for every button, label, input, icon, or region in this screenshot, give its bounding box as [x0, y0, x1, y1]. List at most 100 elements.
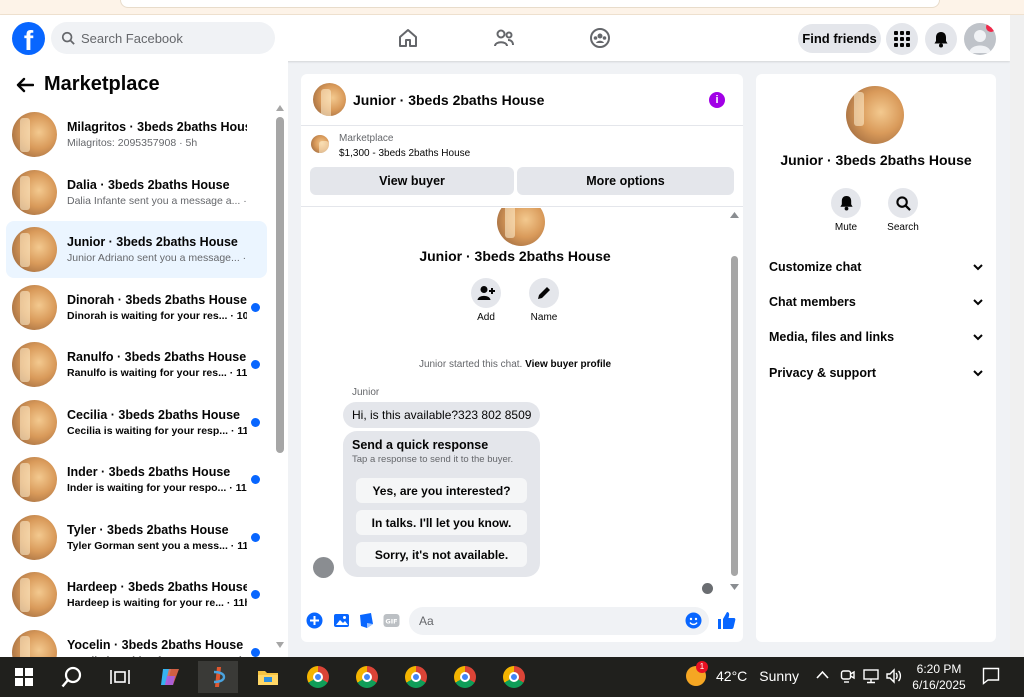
view-buyer-button[interactable]: View buyer	[310, 167, 514, 195]
details-name: Junior · 3beds 2baths House	[780, 152, 972, 168]
conversation-title: Dalia · 3beds 2baths House	[67, 177, 230, 192]
conversation-item[interactable]: Tyler · 3beds 2baths House Tyler Gorman s…	[6, 509, 267, 566]
groups-icon[interactable]	[588, 26, 612, 50]
conversation-text: Dinorah · 3beds 2baths House Dinorah is w…	[67, 293, 247, 322]
search-placeholder: Search Facebook	[81, 30, 183, 46]
svg-text:GIF: GIF	[385, 618, 397, 626]
sender-avatar[interactable]	[313, 557, 334, 578]
conversation-text: Yocelin · 3beds 2baths HouseYocelin is w…	[67, 638, 247, 658]
thumbs-up-icon[interactable]	[717, 611, 736, 630]
scrollbar-thumb[interactable]	[731, 256, 738, 576]
file-explorer-button[interactable]	[248, 661, 288, 693]
listing-thumbnail[interactable]	[311, 135, 329, 153]
scroll-down-icon[interactable]	[730, 584, 739, 590]
conversation-title: Junior · 3beds 2baths House	[67, 235, 238, 249]
edit-name-button[interactable]	[529, 278, 559, 308]
chat-members-section[interactable]: Chat members	[769, 295, 983, 309]
conversation-title: Yocelin · 3beds 2baths House	[67, 637, 244, 652]
message-input[interactable]: Aa	[409, 607, 709, 635]
chat-title[interactable]: Junior · 3beds 2baths House	[353, 92, 544, 108]
conversation-item[interactable]: Milagritos · 3beds 2baths House Milagrito…	[6, 106, 267, 163]
view-buyer-profile-link[interactable]: View buyer profile	[525, 359, 611, 370]
conversation-item[interactable]: Inder · 3beds 2baths House Inder is waiti…	[6, 451, 267, 508]
quick-response-option[interactable]: Sorry, it's not available.	[356, 542, 527, 567]
browser-address-pill[interactable]	[120, 0, 940, 8]
back-arrow-icon[interactable]	[16, 77, 34, 93]
task-view-button[interactable]	[100, 661, 140, 693]
chrome-profile-2[interactable]	[347, 661, 387, 693]
chrome-profile-5[interactable]	[494, 661, 534, 693]
conversation-item[interactable]: Dinorah · 3beds 2baths House Dinorah is w…	[6, 279, 267, 336]
friends-icon[interactable]	[492, 26, 516, 50]
chat-avatar[interactable]	[313, 83, 346, 116]
taskbar-search-button[interactable]	[52, 661, 92, 693]
chrome-profile-3[interactable]	[396, 661, 436, 693]
plus-circle-icon[interactable]	[306, 612, 323, 629]
mute-label: Mute	[834, 222, 858, 233]
conversation-item[interactable]: Hardeep · 3beds 2baths House Hardeep is w…	[6, 566, 267, 623]
top-navbar: f Search Facebook Find friends	[0, 15, 1010, 61]
home-icon[interactable]	[396, 26, 420, 50]
add-person-button[interactable]	[471, 278, 501, 308]
gif-icon[interactable]: GIF	[383, 612, 400, 629]
conversation-item[interactable]: Dalia · 3beds 2baths House Dalia Infante …	[6, 164, 267, 221]
page-scrollbar[interactable]	[1010, 15, 1024, 657]
facebook-logo-icon[interactable]: f	[12, 22, 45, 55]
privacy-support-section[interactable]: Privacy & support	[769, 366, 983, 380]
quick-response-option[interactable]: In talks. I'll let you know.	[356, 510, 527, 535]
more-options-button[interactable]: More options	[517, 167, 734, 195]
conversation-avatar	[12, 227, 57, 272]
conversation-text: Dalia · 3beds 2baths House Dalia Infante …	[67, 178, 247, 207]
conversation-item[interactable]: Junior · 3beds 2baths House Junior Adrian…	[6, 221, 267, 278]
quick-response-option[interactable]: Yes, are you interested?	[356, 478, 527, 503]
taskbar-app-active[interactable]	[198, 661, 238, 693]
copilot-button[interactable]	[150, 661, 190, 693]
conversation-preview: Ranulfo is waiting for your res... · 11h	[67, 367, 247, 379]
section-label: Privacy & support	[769, 366, 876, 380]
media-files-links-section[interactable]: Media, files and links	[769, 330, 983, 344]
conversation-preview: Cecilia is waiting for your resp... · 11…	[67, 424, 247, 437]
sidebar-scrollbar[interactable]	[274, 101, 286, 657]
scrollbar-thumb[interactable]	[276, 117, 284, 453]
chat-started-notice: Junior started this chat. View buyer pro…	[301, 359, 729, 370]
quick-response-card: Send a quick response Tap a response to …	[343, 431, 540, 577]
start-button[interactable]	[4, 661, 44, 693]
sticker-icon[interactable]	[358, 612, 375, 629]
chevron-up-icon[interactable]	[816, 670, 829, 679]
chrome-icon	[307, 666, 329, 688]
unread-dot	[251, 590, 260, 599]
message-bubble[interactable]: Hi, is this available?323 802 8509	[343, 402, 541, 428]
listing-title[interactable]: $1,300 - 3beds 2baths House	[339, 148, 470, 159]
mute-button[interactable]	[831, 188, 861, 218]
chat-scrollbar[interactable]	[729, 208, 741, 598]
conversation-avatar	[12, 399, 57, 445]
conversation-item[interactable]: Cecilia · 3beds 2baths House Cecilia is w…	[6, 394, 267, 451]
account-avatar[interactable]	[964, 23, 996, 55]
conversation-avatar	[12, 572, 57, 617]
notification-center-icon[interactable]	[982, 667, 1000, 685]
notifications-button[interactable]	[925, 23, 957, 55]
chrome-profile-4[interactable]	[445, 661, 485, 693]
conversation-item[interactable]: Yocelin · 3beds 2baths HouseYocelin is w…	[6, 624, 267, 658]
weather-widget[interactable]: 1 42°C Sunny	[686, 661, 799, 686]
scroll-down-icon[interactable]	[276, 642, 284, 648]
photo-icon[interactable]	[333, 612, 350, 629]
profile-avatar[interactable]	[497, 208, 545, 246]
chrome-profile-1[interactable]	[298, 661, 338, 693]
menu-grid-button[interactable]	[886, 23, 918, 55]
network-icon[interactable]	[862, 668, 880, 684]
search-input[interactable]: Search Facebook	[51, 22, 275, 54]
conversation-title: Inder · 3beds 2baths House	[67, 465, 231, 479]
scroll-up-icon[interactable]	[276, 105, 284, 111]
conversation-item[interactable]: Ranulfo · 3beds 2baths House Ranulfo is w…	[6, 336, 267, 393]
search-chat-button[interactable]	[888, 188, 918, 218]
grid-icon	[894, 31, 910, 47]
info-icon[interactable]: i	[709, 92, 725, 108]
customize-chat-section[interactable]: Customize chat	[769, 260, 983, 274]
system-clock[interactable]: 6:20 PM 6/16/2025	[900, 661, 978, 693]
emoji-icon[interactable]	[685, 612, 702, 629]
meet-now-icon[interactable]	[840, 668, 855, 684]
find-friends-button[interactable]: Find friends	[798, 24, 881, 53]
scroll-up-icon[interactable]	[730, 212, 739, 218]
details-avatar[interactable]	[846, 86, 904, 144]
